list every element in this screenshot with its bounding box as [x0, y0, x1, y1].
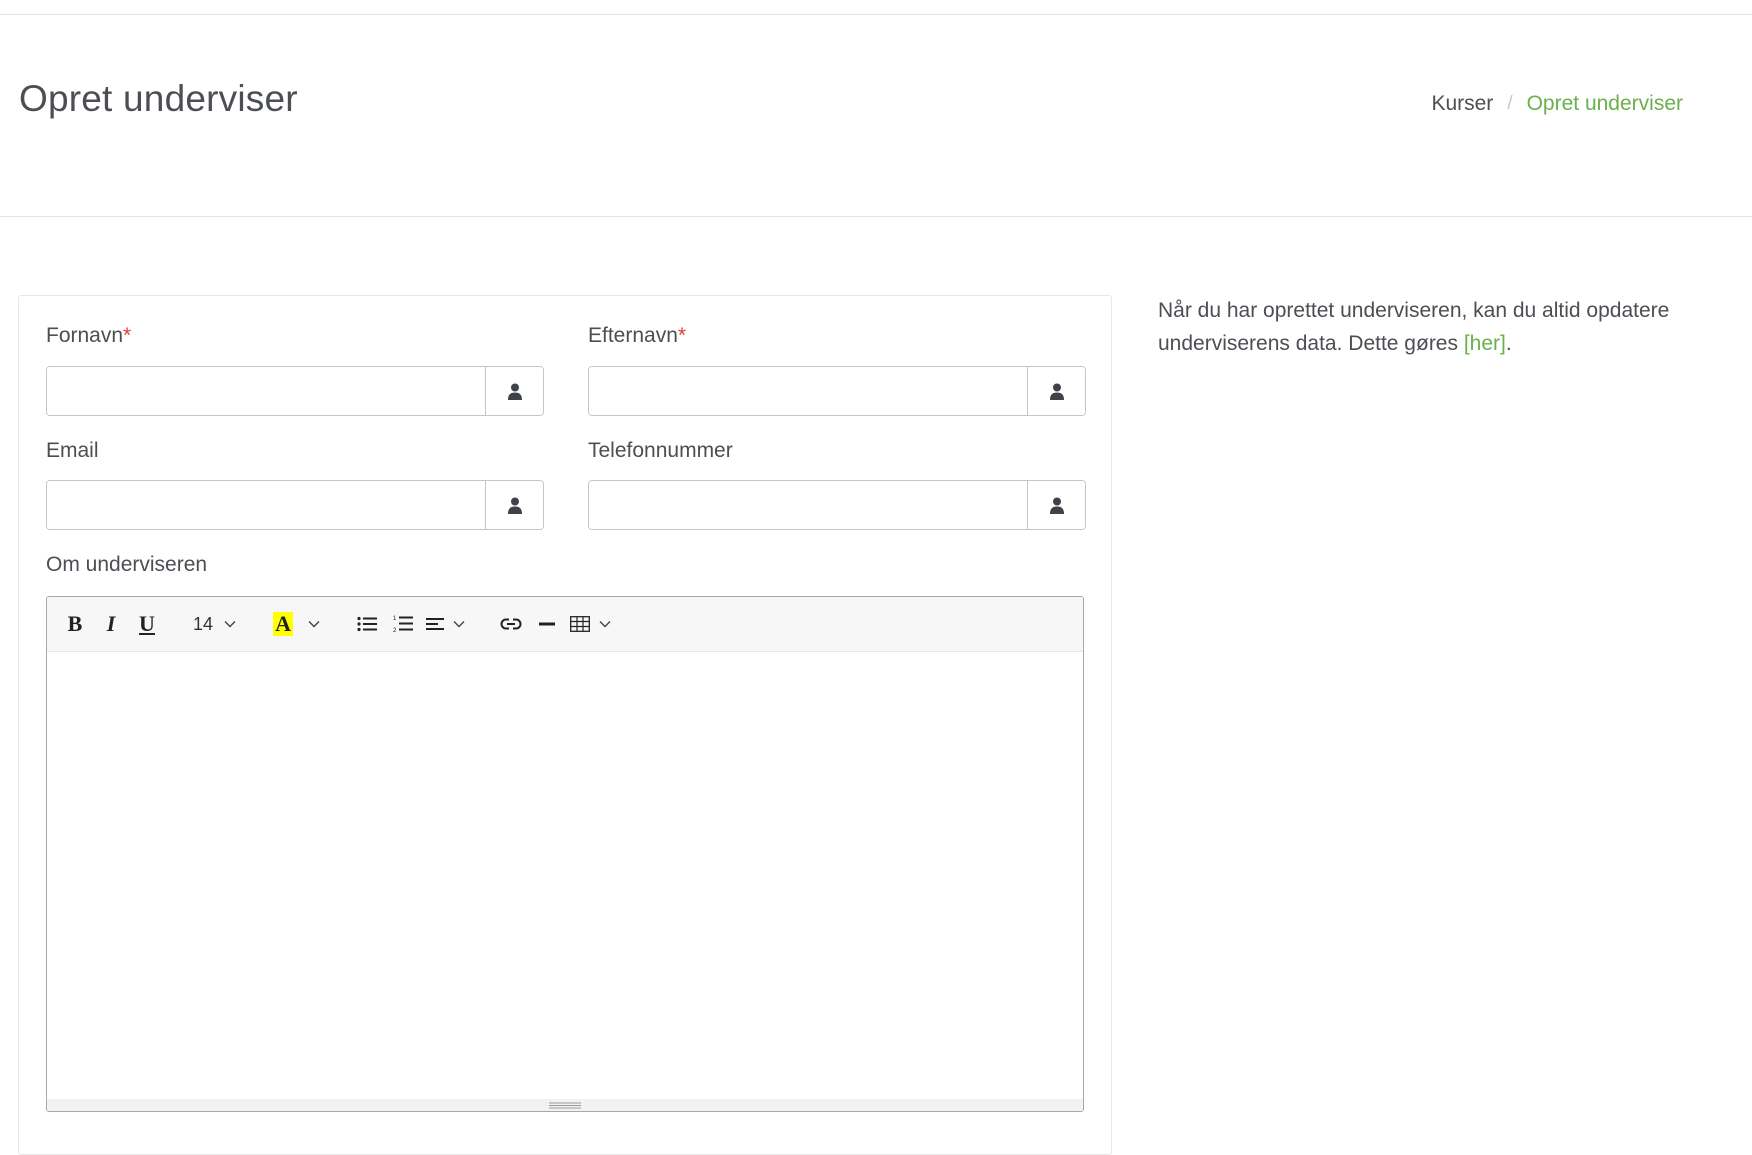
breadcrumb-item-kurser[interactable]: Kurser	[1431, 92, 1493, 116]
link-icon	[500, 618, 522, 630]
header-divider	[0, 216, 1752, 217]
insert-link-button[interactable]	[493, 606, 529, 642]
first-name-input-group	[46, 366, 544, 416]
user-icon	[1027, 481, 1085, 529]
font-size-dropdown[interactable]: 14	[187, 614, 243, 635]
font-style-group: B I U	[57, 606, 165, 642]
highlight-icon: A	[273, 611, 293, 636]
user-icon	[485, 367, 543, 415]
page-title: Opret underviser	[19, 78, 298, 119]
italic-button[interactable]: I	[93, 606, 129, 642]
breadcrumb: Kurser / Opret underviser	[1431, 92, 1683, 116]
numbered-list-button[interactable]: 12	[385, 606, 421, 642]
highlight-group: A	[265, 606, 327, 642]
user-icon	[485, 481, 543, 529]
resize-grip-icon	[549, 1102, 581, 1109]
info-note-text: Når du har oprettet underviseren, kan du…	[1158, 299, 1670, 355]
create-teacher-form-card: Fornavn* Efternavn* Email Telefonnummer …	[18, 295, 1112, 1155]
svg-text:2: 2	[393, 628, 397, 633]
email-label: Email	[46, 439, 99, 462]
info-note: Når du har oprettet underviseren, kan du…	[1158, 294, 1678, 360]
phone-label: Telefonnummer	[588, 439, 733, 462]
highlight-color-button[interactable]: A	[265, 606, 301, 642]
table-icon	[570, 616, 590, 632]
user-icon	[1027, 367, 1085, 415]
chevron-down-icon	[599, 621, 611, 628]
paragraph-group: 12	[349, 606, 471, 642]
editor-toolbar: B I U 14 A 1 2	[47, 597, 1083, 652]
first-name-label: Fornavn*	[46, 324, 131, 348]
underline-button[interactable]: U	[129, 606, 165, 642]
svg-text:1: 1	[393, 616, 397, 622]
email-input-group	[46, 480, 544, 530]
first-name-label-text: Fornavn	[46, 324, 124, 347]
required-mark: *	[123, 324, 132, 347]
chevron-down-icon	[453, 621, 465, 628]
insert-group	[493, 606, 617, 642]
page-header: Opret underviser Kurser / Opret undervis…	[0, 15, 1752, 217]
last-name-label: Efternavn*	[588, 324, 686, 348]
phone-input[interactable]	[589, 481, 1027, 529]
first-name-input[interactable]	[47, 367, 485, 415]
last-name-label-text: Efternavn	[588, 324, 678, 347]
about-label: Om underviseren	[46, 553, 208, 576]
chevron-down-icon	[308, 621, 320, 628]
table-dropdown[interactable]	[565, 606, 617, 642]
info-note-end: .	[1505, 332, 1512, 355]
update-data-link[interactable]: [her]	[1464, 332, 1506, 355]
required-mark: *	[677, 324, 687, 347]
chevron-down-icon	[224, 621, 236, 628]
horizontal-rule-button[interactable]	[529, 606, 565, 642]
email-input[interactable]	[47, 481, 485, 529]
horizontal-rule-icon	[539, 622, 556, 626]
bold-button[interactable]: B	[57, 606, 93, 642]
last-name-input[interactable]	[589, 367, 1027, 415]
phone-input-group	[588, 480, 1086, 530]
last-name-input-group	[588, 366, 1086, 416]
bullet-list-icon	[357, 616, 378, 632]
align-left-icon	[426, 618, 445, 630]
highlight-color-dropdown[interactable]	[301, 606, 327, 642]
numbered-list-icon: 12	[393, 616, 414, 633]
font-size-group: 14	[187, 614, 243, 635]
breadcrumb-separator: /	[1507, 93, 1513, 114]
breadcrumb-item-current: Opret underviser	[1526, 92, 1683, 115]
editor-resize-handle[interactable]	[47, 1099, 1083, 1111]
font-size-value: 14	[193, 613, 214, 634]
bullet-list-button[interactable]	[349, 606, 385, 642]
editor-content-area[interactable]	[47, 652, 1083, 1100]
align-dropdown[interactable]	[421, 606, 471, 642]
about-rich-text-editor: B I U 14 A 1 2	[46, 596, 1084, 1112]
